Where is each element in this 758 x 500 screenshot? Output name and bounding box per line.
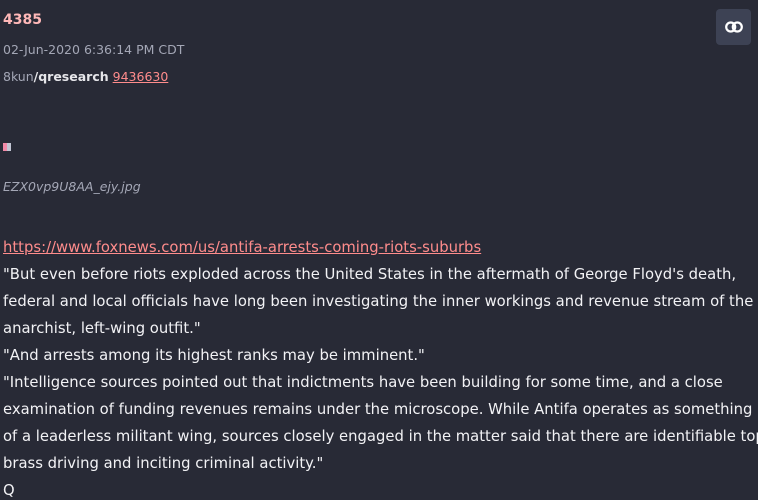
attachment-thumbnail[interactable] — [3, 143, 11, 151]
post-timestamp: 02-Jun-2020 6:36:14 PM CDT — [3, 42, 185, 57]
body-line: "But even before riots exploded across t… — [3, 266, 737, 283]
body-line: "Intelligence sources pointed out that i… — [3, 374, 723, 391]
post-body: https://www.foxnews.com/us/antifa-arrest… — [3, 234, 758, 500]
body-line: examination of funding revenues remains … — [3, 401, 753, 418]
body-line: of a leaderless militant wing, sources c… — [3, 428, 758, 445]
post-container: 4385 02-Jun-2020 6:36:14 PM CDT 8kun/qre… — [0, 0, 758, 500]
post-reference-link[interactable]: 9436630 — [113, 69, 169, 84]
body-line: federal and local officials have long be… — [3, 293, 754, 310]
attachment-filename[interactable]: EZX0vp9U8AA_ejy.jpg — [3, 179, 141, 195]
post-number: 4385 — [3, 12, 42, 28]
article-link[interactable]: https://www.foxnews.com/us/antifa-arrest… — [3, 234, 753, 261]
body-line: anarchist, left-wing outfit." — [3, 320, 201, 337]
body-line: brass driving and inciting criminal acti… — [3, 455, 324, 472]
post-source: 8kun/qresearch 9436630 — [3, 69, 168, 85]
post-signature: Q — [3, 482, 15, 499]
board-name: /qresearch — [33, 69, 109, 84]
copy-link-button[interactable] — [716, 9, 751, 45]
site-name: 8kun — [3, 69, 34, 84]
link-icon — [724, 21, 743, 33]
body-line: "And arrests among its highest ranks may… — [3, 347, 425, 364]
